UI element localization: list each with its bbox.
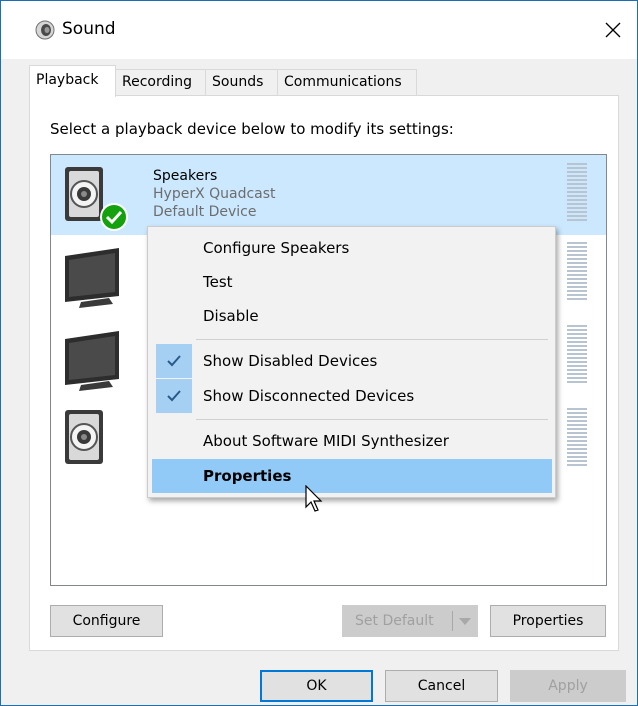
menu-item-about-midi-synthesizer[interactable]: About Software MIDI Synthesizer [152,424,552,458]
set-default-button[interactable]: Set Default [342,605,478,637]
checkmark-icon [156,344,192,378]
menu-item-label: Test [203,273,233,291]
mouse-cursor-icon [305,485,323,512]
properties-button[interactable]: Properties [490,605,606,637]
menu-separator [196,339,548,340]
device-row-speakers[interactable]: Speakers HyperX Quadcast Default Device [51,155,606,235]
menu-item-show-disabled-devices[interactable]: Show Disabled Devices [152,344,552,378]
speaker-icon [35,20,55,40]
menu-item-label: Configure Speakers [203,239,350,257]
menu-item-test[interactable]: Test [152,265,552,299]
default-device-check-icon [100,203,128,231]
menu-separator [196,419,548,420]
split-divider [452,611,453,631]
menu-item-configure-speakers[interactable]: Configure Speakers [152,231,552,265]
monitor-icon [65,248,119,308]
menu-item-show-disconnected-devices[interactable]: Show Disconnected Devices [152,379,552,413]
apply-button[interactable]: Apply [510,670,626,702]
device-name: Speakers [153,168,218,184]
menu-item-label: Show Disconnected Devices [203,387,415,405]
ok-button[interactable]: OK [260,670,373,702]
menu-item-disable[interactable]: Disable [152,299,552,333]
tab-playback[interactable]: Playback [29,65,116,97]
close-icon [605,22,621,38]
speaker-icon [65,410,103,464]
close-button[interactable] [589,1,637,59]
cancel-button[interactable]: Cancel [385,670,498,702]
level-meter [567,408,587,468]
menu-item-label: Show Disabled Devices [203,352,378,370]
menu-item-label: Disable [203,307,259,325]
set-default-label: Set Default [355,613,434,629]
chevron-down-icon [459,618,471,625]
menu-item-label: About Software MIDI Synthesizer [203,432,449,450]
tab-recording[interactable]: Recording [115,69,206,96]
tab-sounds[interactable]: Sounds [205,69,278,96]
device-status: Default Device [153,204,257,220]
level-meter [567,163,587,223]
device-description: HyperX Quadcast [153,186,276,202]
menu-item-properties[interactable]: Properties [152,459,552,493]
checkmark-icon [156,379,192,413]
level-meter [567,242,587,302]
window-title: Sound [62,19,116,39]
tab-communications[interactable]: Communications [277,69,417,96]
monitor-icon [65,331,119,391]
configure-button[interactable]: Configure [50,605,163,637]
instruction-text: Select a playback device below to modify… [50,120,454,138]
menu-item-label: Properties [203,467,292,485]
context-menu: Configure Speakers Test Disable Show Dis… [147,226,556,498]
level-meter [567,325,587,385]
title-bar: Sound [1,1,637,59]
